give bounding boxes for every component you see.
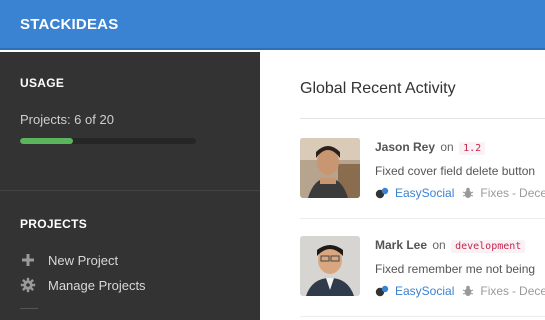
bug-icon xyxy=(462,285,474,297)
project-icon xyxy=(375,285,389,297)
page-title: Global Recent Activity xyxy=(300,80,456,97)
meta-separator: - xyxy=(512,186,517,200)
activity-divider xyxy=(300,218,545,219)
plus-icon xyxy=(20,252,36,268)
activity-item: Mark Lee on development Fixed remember m… xyxy=(300,236,545,298)
title-divider xyxy=(300,118,545,119)
projects-heading: PROJECTS xyxy=(20,217,88,231)
activity-item: Jason Rey on 1.2 Fixed cover field delet… xyxy=(300,138,545,200)
sidebar-bottom-divider xyxy=(20,308,38,309)
brand-logo[interactable]: STACKIDEAS xyxy=(20,16,118,33)
activity-meta: EasySocial Fixes - Dece xyxy=(375,186,545,200)
activity-project-link[interactable]: EasySocial xyxy=(395,284,454,298)
activity-on-label: on xyxy=(440,140,454,154)
activity-header: Mark Lee on development xyxy=(375,238,526,253)
sidebar: USAGE Projects: 6 of 20 PROJECTS New Pro… xyxy=(0,52,260,320)
usage-heading: USAGE xyxy=(20,76,65,90)
avatar[interactable] xyxy=(300,138,360,198)
activity-tag[interactable]: development xyxy=(451,240,526,253)
sidebar-divider xyxy=(0,190,260,191)
activity-user[interactable]: Mark Lee xyxy=(375,238,427,252)
activity-header: Jason Rey on 1.2 xyxy=(375,140,486,155)
sidebar-item-new-project[interactable]: New Project xyxy=(20,251,118,269)
activity-divider xyxy=(300,316,545,317)
activity-user[interactable]: Jason Rey xyxy=(375,140,435,154)
main-content: Global Recent Activity Jason Rey on 1.2 … xyxy=(260,52,545,320)
sidebar-item-manage-projects[interactable]: Manage Projects xyxy=(20,276,146,294)
usage-progress-bar xyxy=(20,138,196,144)
activity-category: Fixes xyxy=(480,186,510,200)
activity-project-link[interactable]: EasySocial xyxy=(395,186,454,200)
usage-text: Projects: 6 of 20 xyxy=(20,112,114,127)
bug-icon xyxy=(462,187,474,199)
project-icon xyxy=(375,187,389,199)
activity-category: Fixes xyxy=(480,284,510,298)
sidebar-item-label: New Project xyxy=(48,252,119,268)
activity-tag[interactable]: 1.2 xyxy=(459,142,486,155)
activity-date: Dece xyxy=(519,284,545,298)
activity-on-label: on xyxy=(432,238,446,252)
sidebar-item-label: Manage Projects xyxy=(48,277,146,293)
usage-progress-fill xyxy=(20,138,73,144)
activity-message[interactable]: Fixed remember me not being xyxy=(375,262,535,276)
meta-separator: - xyxy=(512,284,517,298)
top-bar: STACKIDEAS xyxy=(0,0,545,50)
activity-message[interactable]: Fixed cover field delete button xyxy=(375,164,535,178)
avatar[interactable] xyxy=(300,236,360,296)
gear-icon xyxy=(20,277,36,293)
activity-meta: EasySocial Fixes - Dece xyxy=(375,284,545,298)
activity-date: Dece xyxy=(519,186,545,200)
